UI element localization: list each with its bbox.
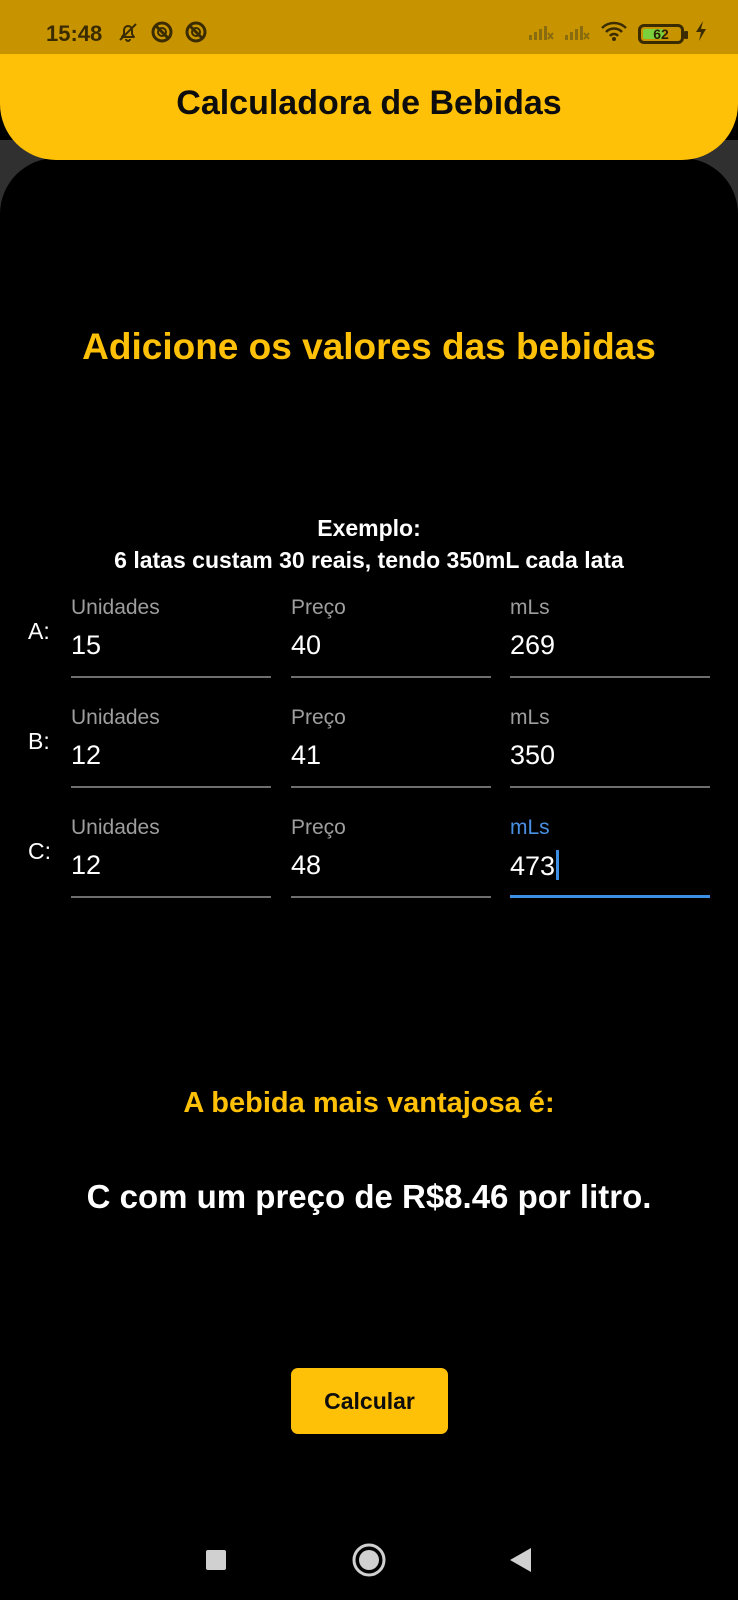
drink-inputs: A: Unidades 15 Preço 40 mLs 269 B: Unida… bbox=[0, 590, 738, 920]
field-value[interactable]: 15 bbox=[71, 630, 101, 661]
field-value[interactable]: 350 bbox=[510, 740, 555, 771]
ml-field-b[interactable]: mLs 350 bbox=[510, 700, 710, 798]
field-underline bbox=[510, 786, 710, 788]
system-nav-bar bbox=[0, 1520, 738, 1600]
status-bar: 15:48 62 bbox=[0, 0, 738, 56]
text-cursor bbox=[556, 850, 560, 880]
field-value[interactable]: 473 bbox=[510, 850, 560, 882]
field-value[interactable]: 48 bbox=[291, 850, 321, 881]
signal-none-icon bbox=[528, 21, 554, 46]
field-value[interactable]: 40 bbox=[291, 630, 321, 661]
field-value[interactable]: 12 bbox=[71, 740, 101, 771]
page-headline: Adicione os valores das bebidas bbox=[82, 326, 656, 367]
field-value[interactable]: 269 bbox=[510, 630, 555, 661]
field-value[interactable]: 12 bbox=[71, 850, 101, 881]
field-label: Preço bbox=[291, 596, 346, 619]
drink-row-b: B: Unidades 12 Preço 41 mLs 350 bbox=[0, 700, 738, 810]
battery-nub bbox=[684, 30, 688, 39]
example-text: 6 latas custam 30 reais, tendo 350mL cad… bbox=[114, 547, 624, 573]
charging-bolt-icon bbox=[694, 20, 708, 47]
drink-row-a: A: Unidades 15 Preço 40 mLs 269 bbox=[0, 590, 738, 700]
status-left-icons bbox=[116, 20, 208, 49]
battery-level: 62 bbox=[653, 25, 669, 42]
field-underline bbox=[510, 676, 710, 678]
blocked-circle-icon bbox=[150, 20, 174, 49]
field-underline bbox=[71, 896, 271, 898]
field-label: mLs bbox=[510, 816, 550, 839]
app-bar: Calculadora de Bebidas bbox=[0, 54, 738, 160]
row-label: C: bbox=[28, 838, 51, 864]
field-label: mLs bbox=[510, 706, 550, 729]
circle-home-icon[interactable] bbox=[347, 1538, 391, 1582]
ml-field-c[interactable]: mLs 473 bbox=[510, 810, 710, 908]
field-label: mLs bbox=[510, 596, 550, 619]
field-underline bbox=[510, 895, 710, 898]
field-underline bbox=[291, 786, 491, 788]
price-field-b[interactable]: Preço 41 bbox=[291, 700, 491, 798]
example-block: Exemplo: 6 latas custam 30 reais, tendo … bbox=[0, 512, 738, 576]
field-underline bbox=[291, 676, 491, 678]
example-title: Exemplo: bbox=[317, 515, 421, 541]
units-field-b[interactable]: Unidades 12 bbox=[71, 700, 271, 798]
square-recents-icon[interactable] bbox=[194, 1538, 238, 1582]
result-title: A bebida mais vantajosa é: bbox=[183, 1087, 555, 1119]
field-underline bbox=[71, 676, 271, 678]
triangle-back-icon[interactable] bbox=[498, 1538, 542, 1582]
blocked-circle-icon bbox=[184, 20, 208, 49]
field-label: Unidades bbox=[71, 706, 160, 729]
row-label: A: bbox=[28, 618, 50, 644]
field-value[interactable]: 41 bbox=[291, 740, 321, 771]
result-text: C com um preço de R$8.46 por litro. bbox=[86, 1178, 652, 1215]
field-label: Unidades bbox=[71, 816, 160, 839]
calculate-button[interactable]: Calcular bbox=[291, 1368, 448, 1434]
battery-icon: 62 bbox=[638, 23, 688, 44]
price-field-a[interactable]: Preço 40 bbox=[291, 590, 491, 688]
ml-field-a[interactable]: mLs 269 bbox=[510, 590, 710, 688]
field-label: Preço bbox=[291, 706, 346, 729]
drink-row-c: C: Unidades 12 Preço 48 mLs 473 bbox=[0, 810, 738, 920]
field-underline bbox=[291, 896, 491, 898]
field-underline bbox=[71, 786, 271, 788]
price-field-c[interactable]: Preço 48 bbox=[291, 810, 491, 908]
signal-none-icon bbox=[564, 21, 590, 46]
bell-off-icon bbox=[116, 20, 140, 49]
field-label: Preço bbox=[291, 816, 346, 839]
wifi-icon bbox=[600, 20, 628, 47]
status-time: 15:48 bbox=[46, 21, 103, 46]
field-value-text: 473 bbox=[510, 851, 556, 881]
app-title: Calculadora de Bebidas bbox=[176, 84, 562, 122]
field-label: Unidades bbox=[71, 596, 160, 619]
status-right-icons: 62 bbox=[528, 20, 708, 47]
units-field-c[interactable]: Unidades 12 bbox=[71, 810, 271, 908]
row-label: B: bbox=[28, 728, 50, 754]
units-field-a[interactable]: Unidades 15 bbox=[71, 590, 271, 688]
